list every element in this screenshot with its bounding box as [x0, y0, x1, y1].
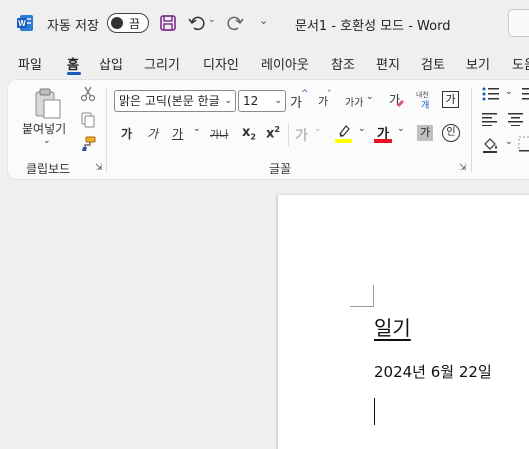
tab-home[interactable]: 홈	[67, 54, 79, 73]
document-heading[interactable]: 일기	[374, 312, 411, 341]
ribbon-home: 붙여넣기 ⌄ 클립보드 ⇲ 맑은 고딕(본문 한글 ⌄ 12 ⌄ 가 ^ 가 ˇ…	[8, 80, 529, 179]
phonetic-guide-icon[interactable]: 내천 개	[416, 90, 434, 111]
divider	[106, 88, 107, 172]
bullets-dropdown-icon[interactable]: ⌄	[505, 87, 513, 97]
title-bar: W 자동 저장 끔 ⌄ ⌄ 문서1 - 호환성 모드 - Word	[0, 0, 529, 46]
enclose-characters-label: 인	[446, 127, 456, 138]
svg-text:W: W	[18, 19, 26, 28]
search-box[interactable]	[508, 9, 529, 37]
chevron-down-icon: ⌄	[224, 96, 232, 106]
italic-button[interactable]: 가	[147, 125, 158, 142]
paste-button[interactable]: 붙여넣기	[22, 120, 66, 137]
tab-references[interactable]: 참조	[331, 54, 355, 73]
save-icon[interactable]	[159, 14, 177, 32]
enclose-characters-button[interactable]: 인	[442, 124, 460, 142]
tab-draw[interactable]: 그리기	[144, 54, 180, 73]
underline-dropdown-icon[interactable]: ⌄	[193, 124, 201, 134]
divider	[288, 124, 289, 146]
font-color-dropdown-icon[interactable]: ⌄	[397, 124, 405, 134]
tab-view[interactable]: 보기	[466, 54, 490, 73]
clipboard-dialog-launcher-icon[interactable]: ⇲	[95, 163, 103, 173]
phonetic-base-text: 개	[421, 101, 430, 111]
chevron-down-icon: ⌄	[274, 96, 282, 106]
tab-layout[interactable]: 레이아웃	[261, 54, 309, 73]
toggle-knob	[111, 17, 123, 29]
character-border-label: 가	[445, 93, 456, 106]
bold-button[interactable]: 가	[121, 125, 132, 142]
text-cursor	[374, 398, 375, 425]
document-date-line[interactable]: 2024년 6월 22일	[374, 361, 492, 382]
redo-icon[interactable]	[226, 14, 244, 32]
text-effects-dropdown-icon[interactable]: ⌄	[314, 124, 322, 134]
numbering-icon[interactable]	[518, 86, 529, 102]
clipboard-group-label: 클립보드	[26, 162, 71, 176]
grow-font-arrow-icon: ^	[301, 89, 309, 99]
tab-design[interactable]: 디자인	[203, 54, 239, 73]
format-painter-icon[interactable]	[80, 136, 96, 152]
tab-review[interactable]: 검토	[421, 54, 445, 73]
customize-qat-icon[interactable]: ⌄	[259, 14, 268, 27]
active-tab-indicator	[67, 72, 81, 75]
bullets-icon[interactable]	[482, 86, 500, 102]
undo-icon[interactable]	[188, 14, 206, 32]
margin-crop-mark	[350, 306, 374, 307]
font-color-button[interactable]: 가	[374, 123, 392, 143]
autosave-label: 자동 저장	[47, 19, 99, 34]
font-size-value: 12	[243, 94, 259, 108]
margin-crop-mark	[373, 285, 374, 307]
change-case-button[interactable]: 가가	[345, 94, 363, 109]
autosave-state: 끔	[129, 17, 141, 31]
tab-help[interactable]: 도움	[512, 54, 529, 73]
character-shading-button[interactable]: 가	[417, 125, 433, 141]
change-case-dropdown-icon[interactable]: ⌄	[366, 92, 374, 102]
tab-mailings[interactable]: 편지	[376, 54, 400, 73]
strikethrough-button[interactable]: 가나	[210, 126, 228, 141]
font-size-combobox[interactable]: 12 ⌄	[238, 90, 286, 112]
autosave-toggle[interactable]: 끔	[107, 13, 149, 33]
ribbon-tabs: 파일 홈 삽입 그리기 디자인 레이아웃 참조 편지 검토 보기 도움	[0, 46, 529, 78]
character-shading-label: 가	[419, 126, 431, 139]
highlight-dropdown-icon[interactable]: ⌄	[358, 124, 366, 134]
align-center-icon[interactable]	[508, 112, 524, 126]
clear-formatting-icon[interactable]: 가	[387, 91, 405, 109]
subscript-button[interactable]: x2	[242, 125, 256, 142]
cut-icon[interactable]	[80, 86, 96, 102]
font-color-swatch	[374, 139, 392, 143]
word-app-icon: W	[16, 14, 34, 32]
font-dialog-launcher-icon[interactable]: ⇲	[459, 163, 467, 173]
shrink-font-arrow-icon: ˇ	[327, 90, 332, 100]
highlight-color-swatch	[335, 139, 352, 143]
align-left-icon[interactable]	[482, 112, 498, 126]
tab-file[interactable]: 파일	[18, 54, 42, 73]
text-effects-button[interactable]: 가	[295, 125, 308, 145]
superscript-button[interactable]: x2	[266, 125, 280, 141]
font-name-combobox[interactable]: 맑은 고딕(본문 한글 ⌄	[114, 90, 236, 112]
paste-dropdown-icon[interactable]: ⌄	[43, 136, 51, 146]
highlight-color-icon[interactable]	[335, 123, 353, 143]
font-group-label: 글꼴	[269, 162, 292, 176]
divider	[471, 88, 472, 172]
shading-dropdown-icon[interactable]: ⌄	[505, 137, 513, 147]
character-border-button[interactable]: 가	[442, 91, 459, 108]
tab-insert[interactable]: 삽입	[99, 54, 123, 73]
font-name-value: 맑은 고딕(본문 한글	[119, 94, 220, 108]
undo-dropdown-icon[interactable]: ⌄	[208, 15, 216, 25]
shading-paint-bucket-icon[interactable]	[482, 136, 500, 154]
document-title: 문서1 - 호환성 모드 - Word	[295, 19, 451, 34]
underline-button[interactable]: 가	[172, 125, 183, 142]
borders-icon[interactable]	[518, 136, 529, 152]
paste-icon[interactable]	[30, 86, 64, 120]
copy-icon[interactable]	[80, 112, 96, 128]
